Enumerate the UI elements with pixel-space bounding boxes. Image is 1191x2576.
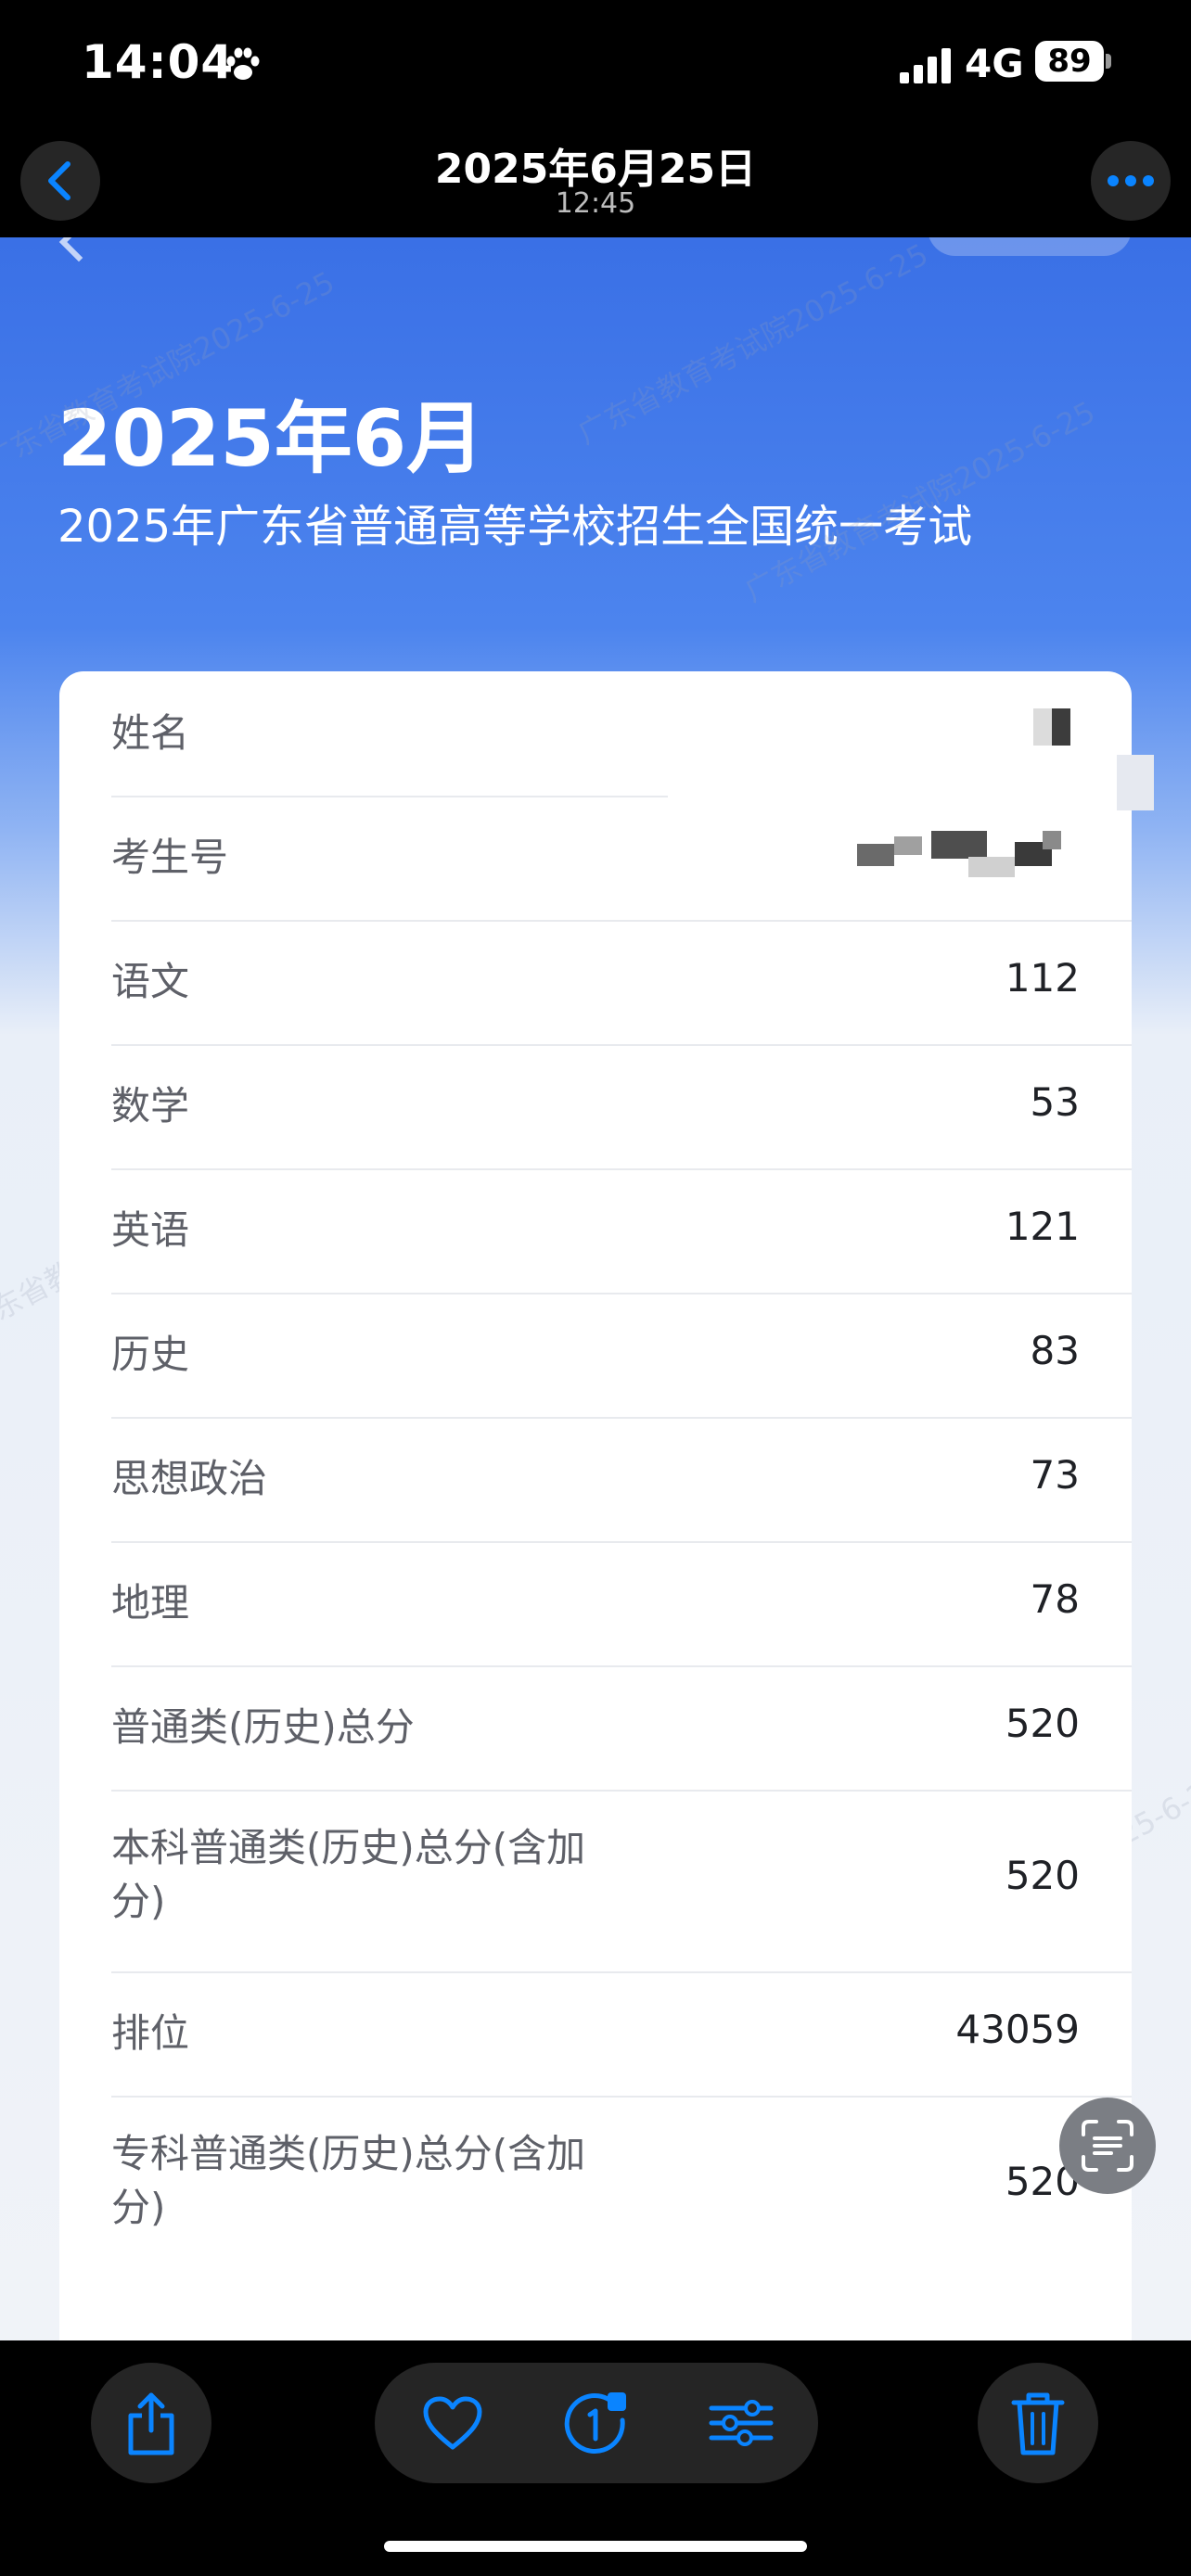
info-badge-icon <box>564 2392 626 2454</box>
exam-date-heading: 2025年6月 <box>58 393 485 484</box>
row-label: 历史 <box>111 1332 190 1377</box>
score-row-english: 英语 121 <box>111 1168 1080 1293</box>
row-label: 地理 <box>111 1580 190 1626</box>
row-label: 本科普通类(历史)总分(含加 分) <box>111 1825 586 1924</box>
score-row-undergraduate-total: 本科普通类(历史)总分(含加 分) 520 <box>111 1790 1080 1971</box>
score-row-politics: 思想政治 73 <box>111 1417 1080 1541</box>
score-row-math: 数学 53 <box>111 1044 1080 1168</box>
adjust-button[interactable] <box>699 2386 783 2460</box>
row-value: 83 <box>1030 1328 1080 1373</box>
delete-button[interactable] <box>978 2363 1098 2483</box>
watermark: 广东省教育考试院2025-6-25 <box>571 237 934 452</box>
sliders-icon <box>709 2400 774 2446</box>
row-label: 数学 <box>111 1083 190 1129</box>
row-label: 普通类(历史)总分 <box>111 1704 415 1750</box>
status-time: 14:04 <box>82 35 235 89</box>
chevron-left-icon <box>48 161 70 200</box>
more-button[interactable] <box>1091 141 1171 221</box>
score-row-college-total: 专科普通类(历史)总分(含加 分) 520 <box>111 2096 1080 2277</box>
row-label: 思想政治 <box>111 1456 268 1501</box>
exam-title: 2025年广东省普通高等学校招生全国统一考试 <box>58 501 973 553</box>
row-label: 姓名 <box>111 710 190 756</box>
score-row-rank: 排位 43059 <box>111 1971 1080 2096</box>
row-label: 英语 <box>111 1207 190 1253</box>
info-button[interactable] <box>558 2386 633 2460</box>
favorite-button[interactable] <box>416 2386 490 2460</box>
row-value: 112 <box>1005 955 1080 1001</box>
score-row-name: 姓名 <box>111 671 1080 796</box>
row-value: 53 <box>1030 1079 1080 1125</box>
redacted-exam-number <box>857 844 894 866</box>
row-label: 排位 <box>111 2010 190 2056</box>
battery-icon: 89 <box>1035 41 1111 82</box>
score-row-total: 普通类(历史)总分 520 <box>111 1665 1080 1790</box>
photo-time-subtitle: 12:45 <box>555 187 636 220</box>
row-label: 专科普通类(历史)总分(含加 分) <box>111 2131 586 2230</box>
ellipsis-icon <box>1108 175 1154 186</box>
row-value: 78 <box>1030 1576 1080 1622</box>
paw-icon <box>226 47 260 80</box>
photo-date-title: 2025年6月25日 <box>434 146 757 193</box>
photo-image[interactable]: 2025年6月 2025年广东省普通高等学校招生全国统一考试 广东省教育考试院2… <box>0 237 1191 2340</box>
score-card: 姓名 考生号 语文 112 数学 53 英语 121 历史 83 思想政治 73… <box>59 671 1154 2340</box>
back-button[interactable] <box>20 141 100 221</box>
row-value: 43059 <box>955 2007 1080 2052</box>
live-text-scan-button[interactable] <box>1059 2098 1156 2194</box>
row-value: 520 <box>1005 1701 1080 1746</box>
cellular-signal-icon <box>900 48 951 83</box>
network-type: 4G <box>965 41 1024 86</box>
trash-icon <box>1011 2392 1065 2455</box>
photo-back-chevron <box>58 237 99 262</box>
share-icon <box>128 2392 174 2455</box>
home-indicator[interactable] <box>384 2541 807 2552</box>
redacted-name <box>1052 708 1070 746</box>
photo-toolbar <box>0 2340 1191 2576</box>
heart-icon <box>423 2396 482 2450</box>
row-value: 73 <box>1030 1452 1080 1498</box>
redacted-name <box>1033 708 1052 746</box>
row-value: 520 <box>1005 1853 1080 1898</box>
status-bar: 14:04 4G 89 <box>0 0 1191 130</box>
row-label: 语文 <box>111 959 190 1004</box>
photo-nav-bar: 2025年6月25日 12:45 <box>0 130 1191 237</box>
share-button[interactable] <box>91 2363 211 2483</box>
row-value: 121 <box>1005 1204 1080 1249</box>
photo-top-tab <box>928 237 1132 256</box>
battery-level: 89 <box>1035 41 1104 82</box>
score-row-geography: 地理 78 <box>111 1541 1080 1665</box>
row-label: 考生号 <box>111 835 229 880</box>
action-pill <box>375 2363 818 2483</box>
score-row-history: 历史 83 <box>111 1293 1080 1417</box>
score-row-chinese: 语文 112 <box>111 920 1080 1044</box>
scan-text-icon <box>1082 2120 1133 2172</box>
